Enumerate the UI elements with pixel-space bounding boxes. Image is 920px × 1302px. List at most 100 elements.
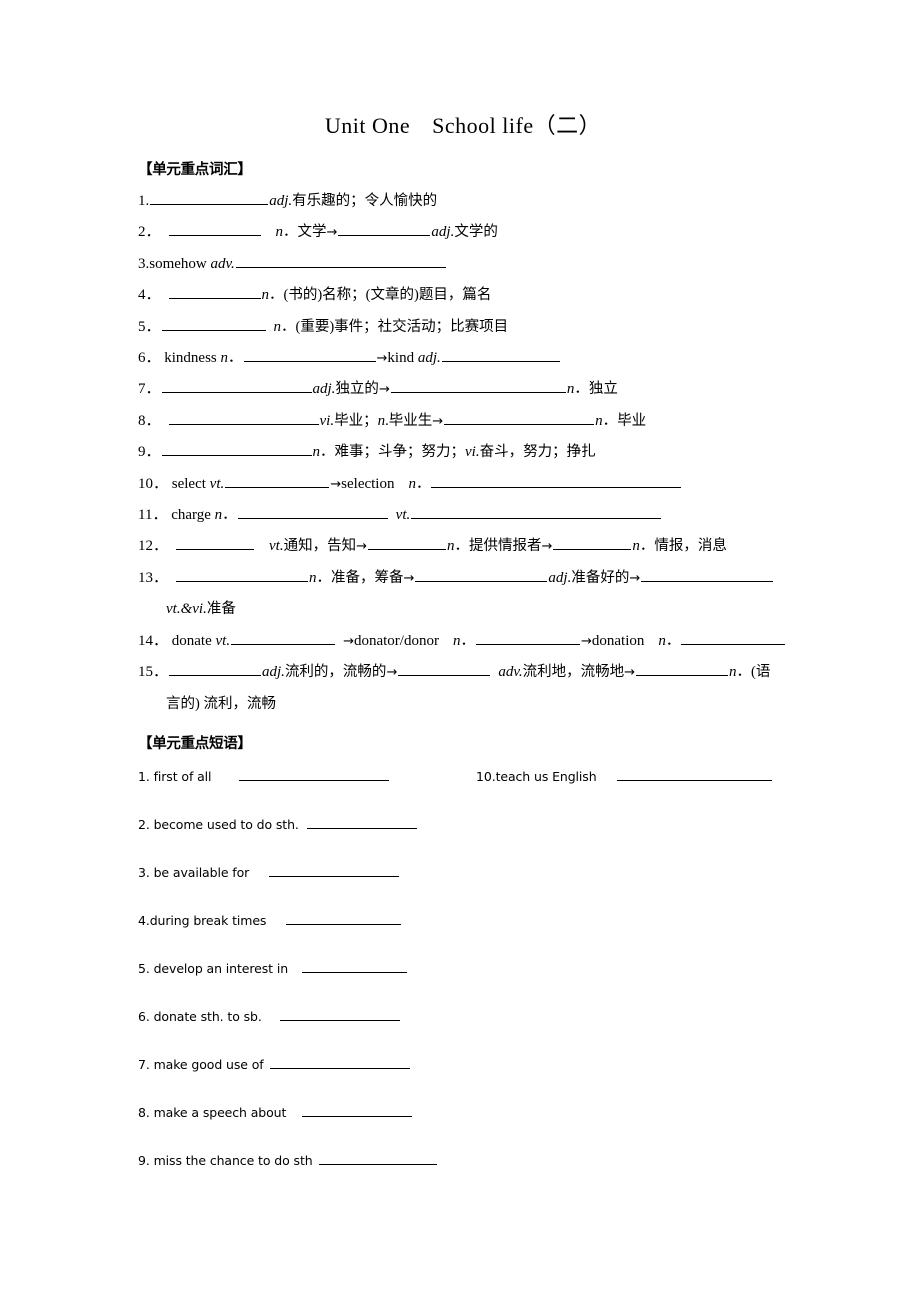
vocab-item: 13． n．准备，筹备→ adj.准备好的→ [138,563,788,594]
arrow-icon: → [624,665,636,681]
answer-blank[interactable] [681,630,786,645]
arrow-icon: → [343,633,354,649]
chinese-gloss: 文学的 [454,224,498,241]
arrow-icon: → [326,225,338,241]
answer-blank[interactable] [338,222,431,237]
part-of-speech-label: adj. [417,350,441,367]
vocab-item: 14． donate vt. →donator/donor n． →donation n… [138,626,788,657]
answer-blank[interactable] [390,379,566,394]
answer-blank[interactable] [150,190,269,205]
part-of-speech-label: adv. [498,664,523,681]
chinese-gloss: ． [228,350,243,367]
answer-blank[interactable] [176,536,255,551]
arrow-icon: → [541,539,553,555]
phrase-item: 10.teach us English [476,769,772,817]
vocab-item-number: 4． [138,287,161,304]
part-of-speech-label: n [377,412,386,429]
answer-blank[interactable] [168,410,319,425]
chinese-gloss: 毕业； [334,412,378,429]
phrase-label: 2. become used to do sth. [138,816,299,832]
word-text: donation [591,632,645,649]
phrase-item: 3. be available for [138,865,468,913]
chinese-gloss: ． [665,632,681,649]
answer-blank[interactable] [225,473,330,488]
part-of-speech-label: n [220,350,229,367]
answer-blank[interactable] [368,536,446,551]
chinese-gloss: 有乐趣的；令人愉快的 [292,193,438,209]
phrase-label: 5. develop an interest in [138,960,289,976]
phrase-item: 1. first of all [138,769,468,817]
answer-blank[interactable] [411,504,662,520]
chinese-gloss: 独立的 [335,381,379,398]
answer-blank[interactable] [239,769,390,781]
vocab-item-number: 5． [138,318,161,335]
answer-blank[interactable] [243,347,376,363]
answer-blank[interactable] [161,441,312,457]
phrase-label: 1. first of all [138,768,212,784]
chinese-gloss: 流利地，流畅地 [522,664,625,681]
chinese-gloss: 准备 [206,601,236,618]
answer-blank[interactable] [444,410,595,425]
word-text: select [171,475,206,492]
vocab-item-number: 14． [138,632,169,649]
part-of-speech-label: n [261,287,270,304]
answer-blank[interactable] [235,253,446,268]
title-unit: Unit One [324,113,411,138]
phrase-label: 7. make good use of [138,1056,264,1072]
answer-blank[interactable] [279,1009,400,1021]
phrase-area: 1. first of all 2. become used to do sth.… [138,769,788,1201]
vocab-item-continuation: vt.&vi.准备 [138,594,788,625]
arrow-icon: → [376,351,388,367]
answer-blank[interactable] [168,222,261,237]
part-of-speech-label: n [658,632,666,649]
phrase-item: 2. become used to do sth. [138,817,468,865]
chinese-gloss: ．(语 [736,664,771,681]
answer-blank[interactable] [318,1153,437,1165]
part-of-speech-label: n [595,412,603,429]
answer-blank[interactable] [553,536,632,551]
answer-blank[interactable] [415,567,548,582]
arrow-icon: → [432,413,444,429]
phrase-item: 5. develop an interest in [138,961,468,1009]
answer-blank[interactable] [169,661,262,677]
arrow-icon: → [378,382,390,398]
answer-blank[interactable] [286,913,402,925]
part-of-speech-label: n [632,538,640,555]
answer-blank[interactable] [161,316,266,331]
answer-blank[interactable] [168,284,261,300]
chinese-gloss: ．准备，筹备 [316,569,404,586]
answer-blank[interactable] [306,817,417,829]
part-of-speech-label: adj. [312,381,336,398]
vocab-item-number: 12． [138,538,169,555]
word-text: selection [341,475,395,492]
arrow-icon: → [386,665,398,681]
vocab-item: 9． n．难事；斗争；努力；vi.奋斗，努力；挣扎 [138,437,788,468]
worksheet-page: Unit One School life（二） 【单元重点词汇】 1. adj.有乐… [0,0,920,1302]
vocab-item-number: 13． [138,569,169,586]
answer-blank[interactable] [237,504,388,520]
phrase-item: 6. donate sth. to sb. [138,1009,468,1057]
answer-blank[interactable] [641,567,774,582]
chinese-gloss: 奋斗，努力；挣扎 [479,444,596,461]
chinese-gloss: ．毕业 [602,412,647,429]
answer-blank[interactable] [475,630,580,645]
part-of-speech-label: vt. [215,632,231,649]
answer-blank[interactable] [398,661,491,677]
answer-blank[interactable] [616,769,772,781]
answer-blank[interactable] [269,865,400,877]
answer-blank[interactable] [302,961,408,973]
answer-blank[interactable] [269,1057,410,1069]
answer-blank[interactable] [176,567,309,582]
vocab-item-number: 9． [138,444,161,461]
answer-blank[interactable] [441,347,560,363]
answer-blank[interactable] [231,630,336,645]
answer-blank[interactable] [636,661,729,677]
answer-blank[interactable] [302,1105,413,1117]
answer-blank[interactable] [161,379,312,394]
vocab-item-number: 11． [138,507,168,524]
phrase-section-heading: 【单元重点短语】 [138,735,252,752]
chinese-gloss: ．提供情报者 [454,538,542,555]
chinese-gloss: 准备好的 [571,569,630,586]
answer-blank[interactable] [431,473,682,488]
word-text: donate [171,632,212,649]
